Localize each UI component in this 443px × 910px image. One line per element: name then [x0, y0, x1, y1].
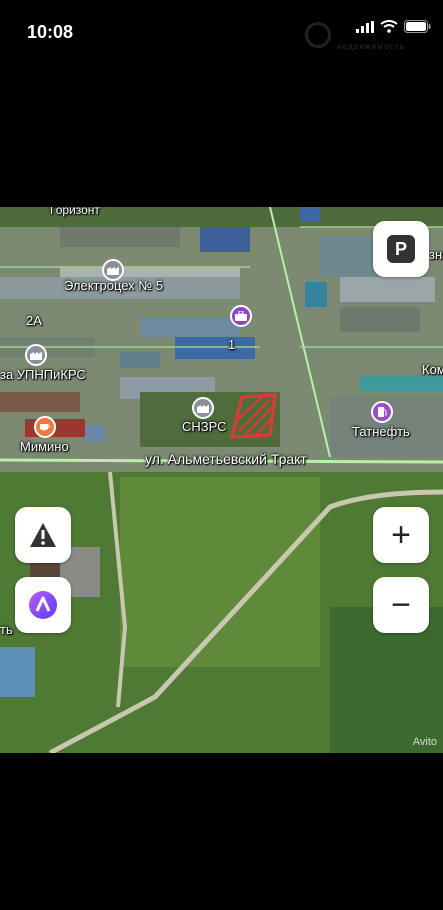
status-time: 10:08: [27, 22, 74, 42]
map-label-upnp: за УПНПиКРС: [0, 367, 86, 382]
map-label-zna: зна: [429, 247, 443, 262]
parking-button[interactable]: P: [373, 221, 429, 277]
factory-pin-icon[interactable]: [192, 397, 214, 419]
map-label-mimino: Мимино: [20, 439, 69, 454]
watermark-text: недвижимость: [337, 42, 406, 51]
parking-label: P: [387, 235, 415, 263]
battery-icon: [404, 20, 431, 33]
zoom-out-button[interactable]: −: [373, 577, 429, 633]
office-pin-icon[interactable]: [230, 305, 252, 327]
zoom-out-label: −: [391, 586, 411, 624]
factory-pin-icon[interactable]: [25, 344, 47, 366]
map-label-2a: 2А: [26, 313, 42, 328]
map-label-t: ть: [0, 622, 13, 637]
zoom-in-label: +: [391, 516, 411, 554]
factory-pin-icon[interactable]: [102, 259, 124, 281]
fuel-pin-icon[interactable]: [371, 401, 393, 423]
alert-button[interactable]: [15, 507, 71, 563]
map-label-sn3rs: СНЗРС: [182, 419, 227, 434]
wifi-icon: [380, 20, 398, 33]
satellite-map[interactable]: Горизонт Электроцех № 5 2А 1 за УПНПиКРС…: [0, 207, 443, 753]
status-icons: [356, 20, 431, 33]
map-label-1: 1: [228, 337, 236, 352]
map-label-gorizont: Горизонт: [50, 207, 100, 217]
cafe-pin-icon[interactable]: [34, 416, 56, 438]
alice-icon: [29, 591, 57, 619]
alice-assistant-button[interactable]: [15, 577, 71, 633]
warning-icon: [30, 523, 56, 547]
status-bar: 10:08 недвижимость: [0, 0, 443, 60]
zoom-in-button[interactable]: +: [373, 507, 429, 563]
avito-watermark: Avito: [412, 736, 437, 748]
map-label-tatneft: Татнефть: [352, 424, 410, 439]
signal-icon: [356, 20, 374, 33]
street-label: ул. Альметьевский Тракт: [145, 451, 307, 467]
map-label-kom: Ком: [422, 362, 443, 377]
